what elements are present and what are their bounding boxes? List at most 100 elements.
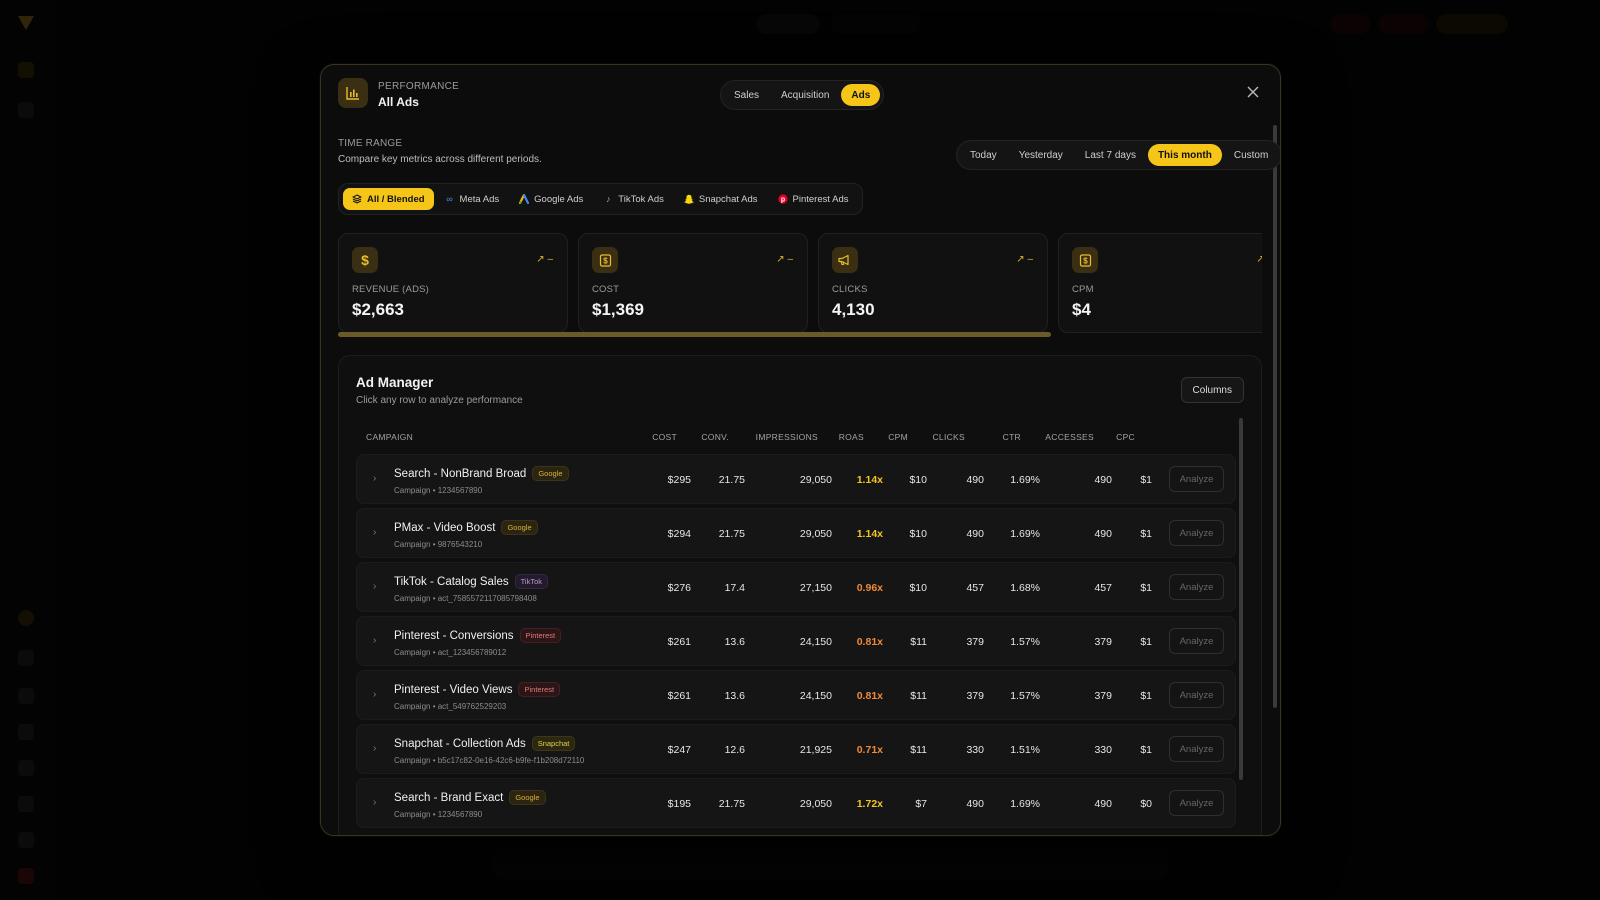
tab-sales[interactable]: Sales [724, 84, 769, 106]
analyze-button[interactable]: Analyze [1169, 736, 1224, 762]
cell-conv: 21.75 [718, 528, 745, 540]
table-row[interactable]: › Search - Brand Exact Google Campaign • … [356, 778, 1236, 828]
table-header: CAMPAIGN COST CONV. IMPRESSIONS ROAS CPM… [356, 428, 1236, 448]
campaign-name-wrap: Pinterest - Video Views Pinterest [394, 682, 561, 697]
column-header-cost[interactable]: COST [652, 432, 677, 442]
kpi-label: CLICKS [832, 284, 868, 295]
chevron-right-icon[interactable]: › [373, 636, 381, 646]
table-row[interactable]: › Pinterest - Video Views Pinterest Campa… [356, 670, 1236, 720]
megaphone-icon [832, 247, 858, 273]
platform-meta-ads[interactable]: ∞ Meta Ads [436, 188, 509, 210]
kpi-card-cpm: $ ↗ – CPM $4 [1058, 233, 1262, 333]
cell-cpm: $10 [909, 582, 927, 594]
chevron-right-icon[interactable]: › [373, 582, 381, 592]
platform-all-blended[interactable]: All / Blended [343, 188, 434, 210]
cell-conv: 12.6 [724, 744, 745, 756]
chevron-right-icon[interactable]: › [373, 474, 381, 484]
ad-manager-panel: Ad Manager Click any row to analyze perf… [338, 355, 1262, 835]
bar-chart-icon [338, 78, 368, 108]
time-range-description: Compare key metrics across different per… [338, 154, 542, 165]
chevron-right-icon[interactable]: › [373, 528, 381, 538]
column-header-clicks[interactable]: CLICKS [932, 432, 965, 442]
cell-roas: 1.14x [856, 474, 883, 486]
range-this-month[interactable]: This month [1147, 144, 1222, 166]
analyze-button[interactable]: Analyze [1169, 682, 1224, 708]
chevron-right-icon[interactable]: › [373, 744, 381, 754]
cell-impressions: 27,150 [799, 582, 832, 594]
kpi-value: $1,369 [592, 300, 644, 319]
range-today[interactable]: Today [960, 144, 1007, 166]
chevron-right-icon[interactable]: › [373, 798, 381, 808]
tab-acquisition[interactable]: Acquisition [771, 84, 839, 106]
range-yesterday[interactable]: Yesterday [1009, 144, 1073, 166]
platform-google-ads[interactable]: Google Ads [510, 188, 592, 210]
kpi-horizontal-scrollbar[interactable] [338, 332, 1051, 337]
column-header-ctr[interactable]: CTR [1003, 432, 1021, 442]
cell-cpc: $1 [1140, 636, 1152, 648]
svg-text:$: $ [603, 256, 608, 265]
analyze-button[interactable]: Analyze [1169, 628, 1224, 654]
cell-impressions: 24,150 [799, 690, 832, 702]
campaign-id: Campaign • 1234567890 [394, 486, 483, 495]
cell-conv: 21.75 [718, 798, 745, 810]
kpi-card-cost: $ ↗ – COST $1,369 [578, 233, 808, 333]
cell-roas: 0.81x [856, 690, 883, 702]
platform-snapchat-ads[interactable]: Snapchat Ads [675, 188, 767, 210]
cell-cost: $247 [667, 744, 691, 756]
analyze-button[interactable]: Analyze [1169, 520, 1224, 546]
cell-clicks: 490 [966, 528, 984, 540]
range-custom[interactable]: Custom [1224, 144, 1278, 166]
campaign-name: Pinterest - Conversions [394, 630, 514, 642]
platform-label: Meta Ads [459, 193, 500, 205]
table-row[interactable]: › Pinterest - Conversions Pinterest Campa… [356, 616, 1236, 666]
tab-ads[interactable]: Ads [841, 84, 881, 106]
kpi-label: REVENUE (ADS) [352, 284, 430, 295]
chevron-right-icon[interactable]: › [373, 690, 381, 700]
cell-clicks: 457 [966, 582, 984, 594]
trend-up-icon: ↗ – [1256, 254, 1262, 265]
cell-roas: 1.72x [856, 798, 883, 810]
table-row[interactable]: › PMax - Video Boost Google Campaign • 98… [356, 508, 1236, 558]
column-header-impressions[interactable]: IMPRESSIONS [756, 432, 818, 442]
panel-subtitle: Click any row to analyze performance [356, 395, 523, 406]
column-header-cpc[interactable]: CPC [1116, 432, 1135, 442]
column-header-conv[interactable]: CONV. [701, 432, 729, 442]
table-scrollbar[interactable] [1239, 418, 1243, 780]
column-header-roas[interactable]: ROAS [839, 432, 864, 442]
column-header-cpm[interactable]: CPM [888, 432, 908, 442]
table-row[interactable]: › TikTok - Catalog Sales TikTok Campaign … [356, 562, 1236, 612]
cell-conv: 17.4 [724, 582, 745, 594]
campaign-name-wrap: TikTok - Catalog Sales TikTok [394, 574, 549, 589]
platform-badge: Google [501, 520, 538, 535]
cell-clicks: 490 [966, 798, 984, 810]
column-header-accesses[interactable]: ACCESSES [1045, 432, 1094, 442]
platform-badge: Pinterest [518, 682, 561, 697]
table-row[interactable]: › Search - NonBrand Broad Google Campaign… [356, 454, 1236, 504]
cell-cpc: $1 [1140, 474, 1152, 486]
platform-badge: TikTok [514, 574, 549, 589]
kpi-label: COST [592, 284, 620, 295]
range-last-7-days[interactable]: Last 7 days [1075, 144, 1146, 166]
cell-impressions: 21,925 [799, 744, 832, 756]
campaign-name: TikTok - Catalog Sales [394, 576, 509, 588]
platform-tiktok-ads[interactable]: ♪ TikTok Ads [594, 188, 673, 210]
cell-conv: 21.75 [718, 474, 745, 486]
platform-pinterest-ads[interactable]: p Pinterest Ads [769, 188, 858, 210]
analyze-button[interactable]: Analyze [1169, 574, 1224, 600]
table-row[interactable]: › Snapchat - Collection Ads Snapchat Camp… [356, 724, 1236, 774]
column-header-campaign[interactable]: CAMPAIGN [366, 432, 413, 442]
cell-cost: $195 [667, 798, 691, 810]
analyze-button[interactable]: Analyze [1169, 790, 1224, 816]
cell-roas: 1.14x [856, 528, 883, 540]
modal-scrollbar[interactable] [1273, 125, 1277, 708]
columns-button[interactable]: Columns [1180, 377, 1244, 403]
cell-cpm: $10 [909, 528, 927, 540]
cell-accesses: 490 [1094, 528, 1112, 540]
svg-text:p: p [780, 197, 784, 204]
analyze-button[interactable]: Analyze [1169, 466, 1224, 492]
kpi-card-clicks: ↗ – CLICKS 4,130 [818, 233, 1048, 333]
close-icon[interactable] [1246, 85, 1260, 99]
modal-title: All Ads [378, 95, 419, 109]
campaign-id: Campaign • 9876543210 [394, 540, 483, 549]
platform-label: Snapchat Ads [698, 193, 758, 205]
